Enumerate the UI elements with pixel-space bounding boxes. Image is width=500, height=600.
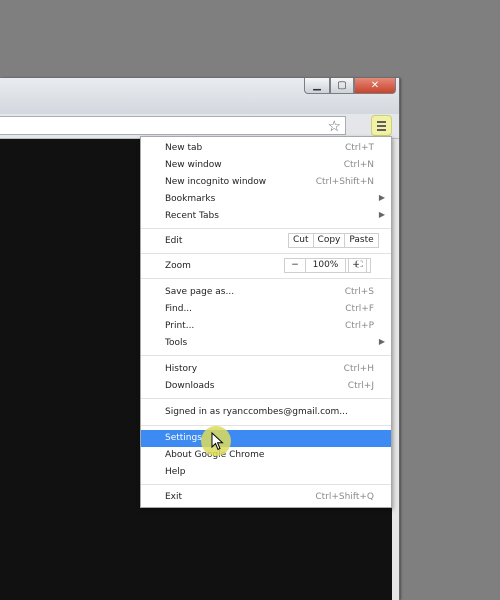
menu-item-label: Help: [165, 467, 186, 477]
bookmark-star-icon[interactable]: ☆: [328, 117, 341, 135]
menu-item-shortcut: Ctrl+N: [343, 160, 374, 170]
menu-item-shortcut: Ctrl+S: [344, 287, 374, 297]
menu-item-help[interactable]: Help: [141, 464, 391, 481]
menu-separator: [141, 355, 391, 356]
menu-item-label: Settings: [165, 433, 202, 443]
chrome-menu: New tab Ctrl+T New window Ctrl+N New inc…: [140, 136, 392, 508]
title-bar: ▁ ▢ ✕: [0, 78, 399, 114]
menu-item-new-incognito[interactable]: New incognito window Ctrl+Shift+N: [141, 174, 391, 191]
maximize-button[interactable]: ▢: [330, 78, 354, 94]
menu-item-label: Save page as...: [165, 287, 235, 297]
menu-item-shortcut: Ctrl+J: [347, 381, 374, 391]
menu-item-shortcut: Ctrl+P: [345, 321, 374, 331]
menu-item-new-tab[interactable]: New tab Ctrl+T: [141, 140, 391, 157]
submenu-arrow-icon: ▶: [378, 210, 385, 219]
menu-separator: [141, 278, 391, 279]
menu-item-label: Find...: [165, 304, 193, 314]
menu-item-label: Signed in as ryanccombes@gmail.com...: [165, 407, 348, 417]
menu-item-find[interactable]: Find... Ctrl+F: [141, 301, 391, 318]
menu-item-signed-in[interactable]: Signed in as ryanccombes@gmail.com...: [141, 404, 391, 421]
menu-item-history[interactable]: History Ctrl+H: [141, 361, 391, 378]
menu-item-label: New window: [165, 160, 222, 170]
menu-item-label: New tab: [165, 143, 203, 153]
menu-item-about[interactable]: About Google Chrome: [141, 447, 391, 464]
menu-item-tools[interactable]: Tools ▶: [141, 335, 391, 352]
menu-item-label: New incognito window: [165, 177, 267, 187]
menu-item-shortcut: Ctrl+Shift+Q: [315, 492, 374, 502]
menu-separator: [141, 228, 391, 229]
menu-item-shortcut: Ctrl+F: [345, 304, 374, 314]
menu-item-save-page[interactable]: Save page as... Ctrl+S: [141, 284, 391, 301]
hamburger-line-icon: [377, 128, 386, 131]
minimize-button[interactable]: ▁: [304, 78, 330, 94]
menu-item-exit[interactable]: Exit Ctrl+Shift+Q: [141, 489, 391, 506]
hamburger-line-icon: [377, 124, 386, 127]
close-button[interactable]: ✕: [354, 78, 396, 94]
menu-separator: [141, 398, 391, 399]
fullscreen-icon[interactable]: ⛶: [348, 258, 371, 273]
cut-button[interactable]: Cut: [289, 234, 314, 247]
menu-item-shortcut: Ctrl+H: [343, 364, 374, 374]
menu-item-label: Downloads: [165, 381, 215, 391]
menu-item-recent-tabs[interactable]: Recent Tabs ▶: [141, 208, 391, 225]
zoom-level: 100%: [306, 259, 346, 272]
menu-item-new-window[interactable]: New window Ctrl+N: [141, 157, 391, 174]
menu-item-label: Edit: [165, 236, 183, 246]
menu-item-shortcut: Ctrl+T: [344, 143, 374, 153]
hamburger-line-icon: [377, 120, 386, 123]
menu-item-label: Print...: [165, 321, 195, 331]
menu-separator: [141, 484, 391, 485]
edit-button-group: Cut Copy Paste: [288, 233, 379, 248]
scrollbar[interactable]: [392, 139, 399, 600]
menu-item-bookmarks[interactable]: Bookmarks ▶: [141, 191, 391, 208]
submenu-arrow-icon: ▶: [378, 337, 385, 346]
menu-item-downloads[interactable]: Downloads Ctrl+J: [141, 378, 391, 395]
chrome-menu-button[interactable]: [371, 115, 392, 136]
copy-button[interactable]: Copy: [313, 234, 346, 247]
window-controls: ▁ ▢ ✕: [304, 78, 396, 94]
menu-item-label: History: [165, 364, 198, 374]
menu-item-settings[interactable]: Settings: [141, 430, 391, 447]
menu-item-print[interactable]: Print... Ctrl+P: [141, 318, 391, 335]
menu-item-label: Tools: [165, 338, 188, 348]
mouse-pointer-icon: [211, 432, 224, 451]
menu-item-shortcut: Ctrl+Shift+N: [315, 177, 374, 187]
menu-item-label: Exit: [165, 492, 183, 502]
submenu-arrow-icon: ▶: [378, 193, 385, 202]
paste-button[interactable]: Paste: [345, 234, 378, 247]
menu-item-label: Zoom: [165, 261, 191, 271]
menu-separator: [141, 425, 391, 426]
omnibox[interactable]: ☆: [0, 116, 346, 135]
menu-item-label: Recent Tabs: [165, 211, 219, 221]
zoom-out-button[interactable]: −: [285, 259, 306, 272]
menu-item-label: Bookmarks: [165, 194, 216, 204]
menu-separator: [141, 253, 391, 254]
